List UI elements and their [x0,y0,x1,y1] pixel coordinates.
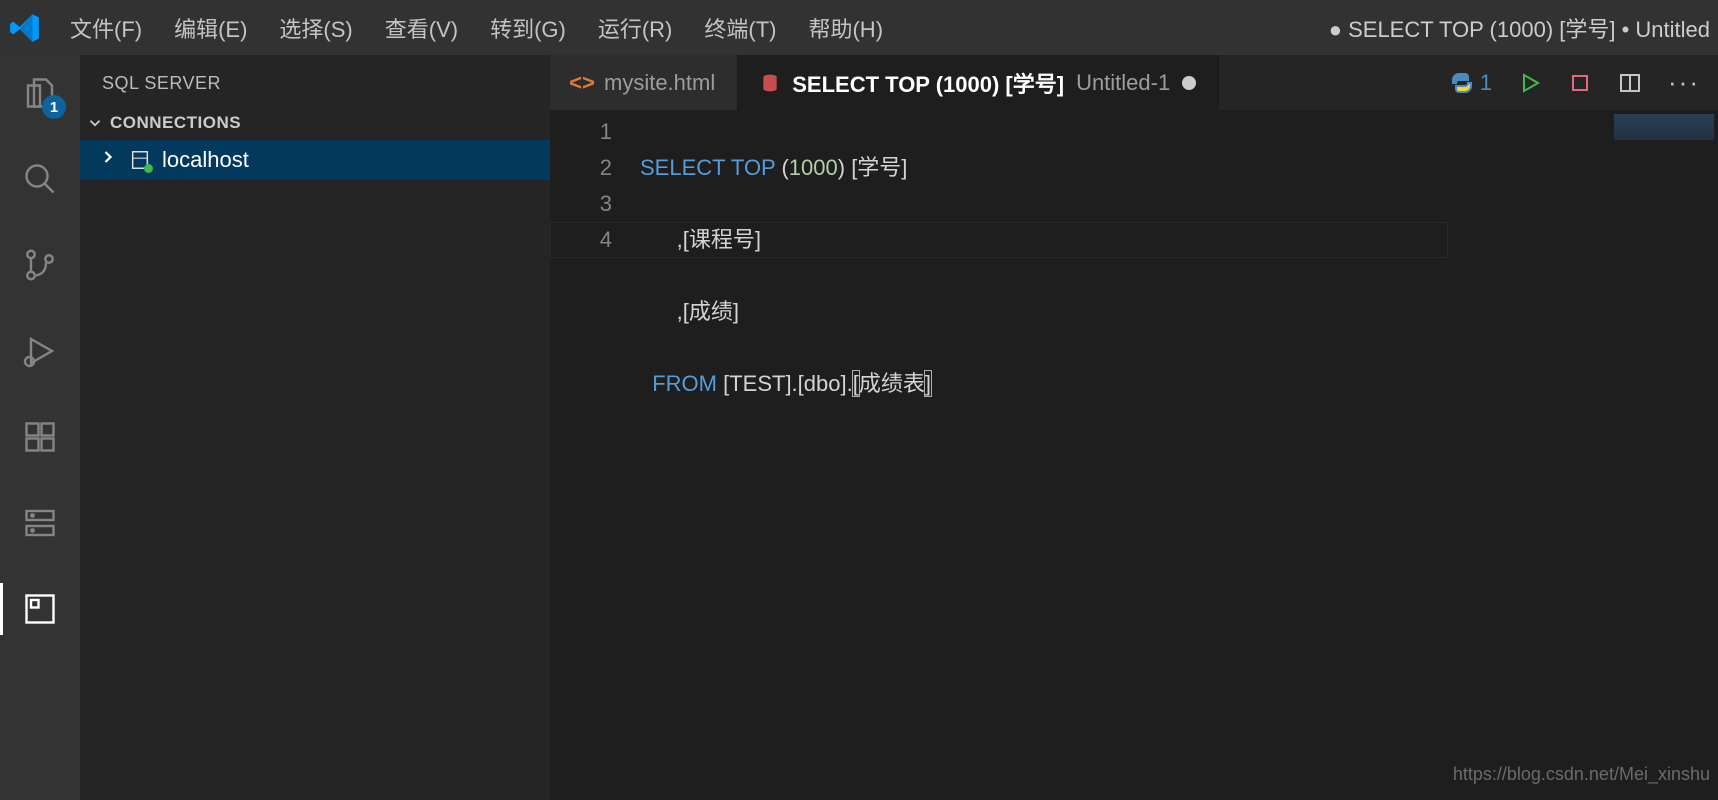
search-icon[interactable] [16,155,64,203]
html-icon: <> [572,73,592,93]
menu-help[interactable]: 帮助(H) [792,8,899,48]
explorer-icon[interactable]: 1 [16,69,64,117]
menu-run[interactable]: 运行(R) [582,8,689,48]
explorer-badge: 1 [42,95,66,119]
gutter: 1 2 3 4 [550,110,640,800]
menu-file[interactable]: 文件(F) [54,8,158,48]
tab-label: mysite.html [604,70,715,96]
tab-sublabel: Untitled-1 [1076,70,1170,96]
chevron-down-icon [84,112,106,134]
menu-selection[interactable]: 选择(S) [263,8,368,48]
code-line[interactable]: SELECT TOP (1000) [学号] [640,150,931,186]
code-line[interactable]: ,[成绩] [640,294,931,330]
editor-area: <> mysite.html SELECT TOP (1000) [学号] Un… [550,55,1718,800]
chevron-right-icon [98,147,118,173]
activity-bar: 1 [0,55,80,800]
server-icon [128,148,152,172]
stop-button[interactable] [1568,71,1592,95]
line-number: 3 [550,186,612,222]
menu-go[interactable]: 转到(G) [474,8,582,48]
tab-label: SELECT TOP (1000) [学号] [792,67,1064,99]
code-editor[interactable]: 1 2 3 4 SELECT TOP (1000) [学号] ,[课程号] ,[… [550,110,1718,800]
tab-mysite-html[interactable]: <> mysite.html [550,55,738,110]
database-icon [760,73,780,93]
menu-terminal[interactable]: 终端(T) [688,8,792,48]
sidebar-title: SQL SERVER [80,55,550,106]
dirty-indicator-icon [1182,76,1196,90]
line-number: 2 [550,150,612,186]
sidebar: SQL SERVER CONNECTIONS localhost [80,55,550,800]
split-editor-button[interactable] [1618,71,1642,95]
code-line[interactable]: ,[课程号] [640,222,931,258]
code-lines[interactable]: SELECT TOP (1000) [学号] ,[课程号] ,[成绩] FROM… [640,110,931,800]
window-title: ● SELECT TOP (1000) [学号] • Untitled [1329,12,1710,44]
run-debug-icon[interactable] [16,327,64,375]
sql-panel-icon[interactable] [16,585,64,633]
menu-bar: 文件(F) 编辑(E) 选择(S) 查看(V) 转到(G) 运行(R) 终端(T… [54,8,899,48]
menu-view[interactable]: 查看(V) [369,8,474,48]
watermark: https://blog.csdn.net/Mei_xinshu [1453,756,1710,792]
run-button[interactable] [1518,71,1542,95]
more-actions-button[interactable]: ··· [1668,67,1700,98]
vscode-logo-icon [8,11,42,45]
minimap[interactable] [1614,114,1714,140]
tab-sql-query[interactable]: SELECT TOP (1000) [学号] Untitled-1 [738,55,1219,110]
sidebar-section-label: CONNECTIONS [110,113,241,133]
sidebar-section-connections[interactable]: CONNECTIONS [80,106,550,140]
editor-actions: 1 ··· [1432,55,1718,110]
title-bar: 文件(F) 编辑(E) 选择(S) 查看(V) 转到(G) 运行(R) 终端(T… [0,0,1718,55]
code-line[interactable]: FROM [TEST].[dbo].[成绩表] [640,366,931,402]
python-env-button[interactable]: 1 [1450,70,1492,96]
menu-edit[interactable]: 编辑(E) [158,8,263,48]
source-control-icon[interactable] [16,241,64,289]
tab-bar: <> mysite.html SELECT TOP (1000) [学号] Un… [550,55,1718,110]
line-number: 4 [550,222,612,258]
extensions-icon[interactable] [16,413,64,461]
tree-item-label: localhost [162,147,249,173]
line-number: 1 [550,114,612,150]
python-env-badge: 1 [1480,70,1492,96]
tree-item-localhost[interactable]: localhost [80,140,550,180]
sql-server-icon[interactable] [16,499,64,547]
